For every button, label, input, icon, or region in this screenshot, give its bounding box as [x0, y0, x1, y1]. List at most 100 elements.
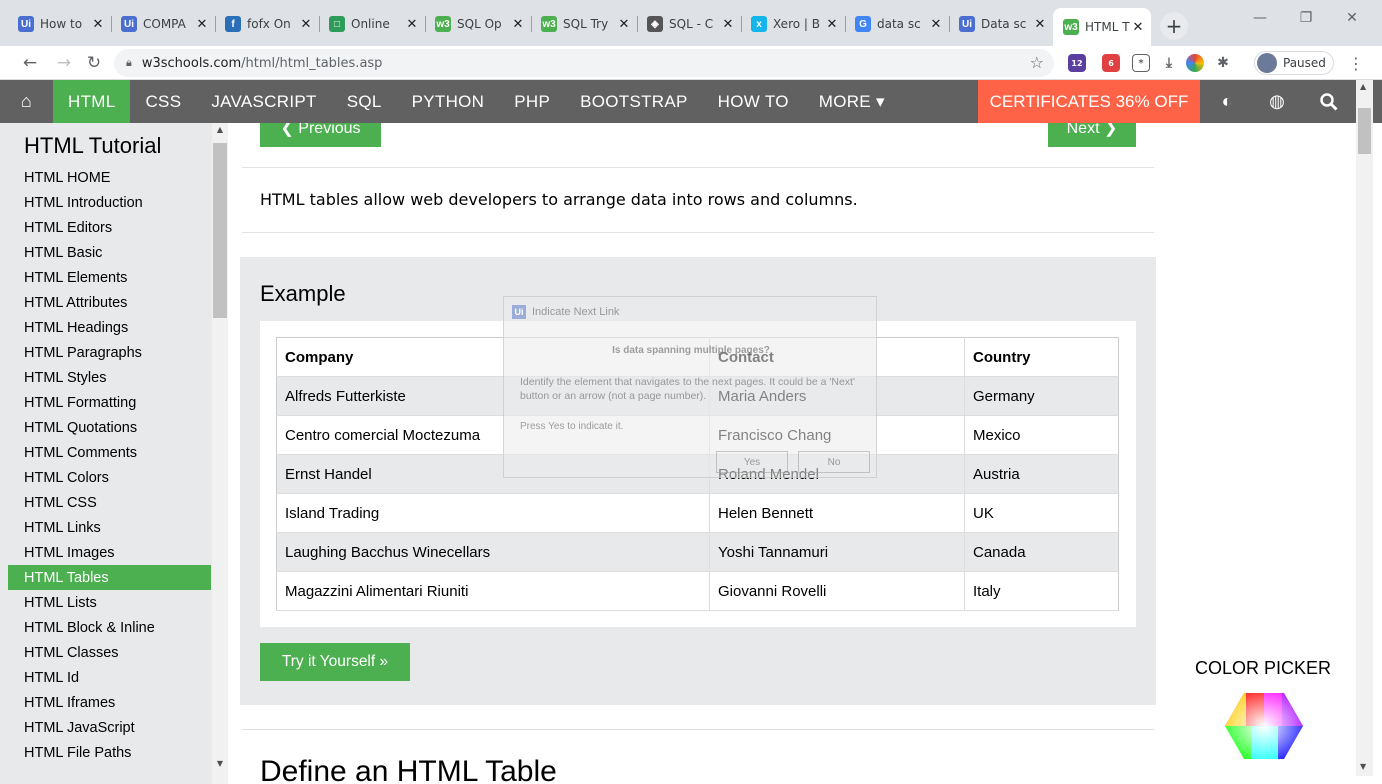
page-scroll-thumb[interactable]: [1358, 108, 1371, 154]
extensions-puzzle-icon[interactable]: ✱: [1214, 54, 1232, 72]
sidebar-link[interactable]: HTML Editors: [8, 215, 211, 240]
certificates-button[interactable]: CERTIFICATES 36% OFF: [978, 80, 1200, 123]
scroll-down-arrow-icon[interactable]: ▼: [212, 759, 228, 768]
try-it-yourself-button[interactable]: Try it Yourself »: [260, 643, 410, 681]
sidebar-link[interactable]: HTML Block & Inline: [8, 615, 211, 640]
browser-tab[interactable]: Ui COMPA ✕: [111, 8, 216, 40]
browser-tab[interactable]: Ui How to ✕: [8, 8, 112, 40]
contrast-icon[interactable]: ◐: [1207, 80, 1247, 123]
topnav-item[interactable]: HTML: [53, 80, 131, 123]
sidebar-link[interactable]: HTML Tables: [8, 565, 211, 590]
topnav-item[interactable]: CSS: [130, 80, 196, 123]
color-picker-title: COLOR PICKER: [1194, 658, 1332, 678]
sidebar-link[interactable]: HTML Formatting: [8, 390, 211, 415]
back-icon[interactable]: ←: [18, 51, 42, 75]
address-bar[interactable]: 🔒︎ w3schools.com /html/html_tables.asp ☆: [114, 49, 1054, 77]
download-icon[interactable]: ⤓: [1160, 54, 1178, 72]
browser-toolbar: ← → ↻ 🔒︎ w3schools.com /html/html_tables…: [0, 46, 1382, 80]
tab-close-icon[interactable]: ✕: [929, 17, 943, 32]
sidebar-link[interactable]: HTML JavaScript: [8, 715, 211, 740]
topnav-item[interactable]: SQL: [332, 80, 397, 123]
sidebar-link[interactable]: HTML Comments: [8, 440, 211, 465]
page-scroll-down-icon[interactable]: ▼: [1360, 762, 1366, 771]
sidebar-link[interactable]: HTML HOME: [8, 165, 211, 190]
tab-close-icon[interactable]: ✕: [405, 17, 419, 32]
sidebar-link[interactable]: HTML Lists: [8, 590, 211, 615]
sidebar-link[interactable]: HTML Links: [8, 515, 211, 540]
browser-tab[interactable]: f fofx On ✕: [215, 8, 320, 40]
sidebar-link[interactable]: HTML Quotations: [8, 415, 211, 440]
tab-close-icon[interactable]: ✕: [721, 17, 735, 32]
topnav-item[interactable]: PHP: [499, 80, 565, 123]
sidebar-scroll-thumb[interactable]: [213, 143, 227, 318]
browser-tab[interactable]: ◈ SQL - C ✕: [637, 8, 742, 40]
bookmark-star-icon[interactable]: ☆: [1030, 53, 1044, 72]
extension-frame-icon[interactable]: *: [1132, 54, 1150, 72]
no-button[interactable]: No: [798, 451, 870, 473]
table-cell: Italy: [964, 571, 1119, 611]
browser-tab[interactable]: w3 SQL Try ✕: [531, 8, 638, 40]
tab-close-icon[interactable]: ✕: [617, 17, 631, 32]
globe-icon[interactable]: ◍: [1257, 80, 1297, 123]
extension-red-icon[interactable]: 6: [1102, 54, 1120, 72]
table-cell: Austria: [964, 454, 1119, 494]
home-icon[interactable]: ⌂: [0, 80, 53, 123]
tab-close-icon[interactable]: ✕: [511, 17, 525, 32]
sidebar-link[interactable]: HTML Images: [8, 540, 211, 565]
sidebar-link[interactable]: HTML Classes: [8, 640, 211, 665]
browser-tab[interactable]: Ui Data sc ✕: [949, 8, 1054, 40]
profile-button[interactable]: Paused: [1254, 51, 1334, 75]
page-scroll-up-icon[interactable]: ▲: [1360, 82, 1366, 91]
next-button[interactable]: Next ❯: [1048, 123, 1136, 147]
sidebar-link[interactable]: HTML Id: [8, 665, 211, 690]
table-cell: Germany: [964, 376, 1119, 416]
right-column: COLOR PICKER: [1168, 123, 1356, 784]
topnav-item[interactable]: BOOTSTRAP: [565, 80, 703, 123]
tab-close-icon[interactable]: ✕: [825, 17, 839, 32]
reload-icon[interactable]: ↻: [82, 51, 106, 75]
sidebar-link[interactable]: HTML Headings: [8, 315, 211, 340]
tab-close-icon[interactable]: ✕: [91, 17, 105, 32]
close-window-icon[interactable]: ✕: [1342, 10, 1362, 26]
sidebar-link[interactable]: HTML File Paths: [8, 740, 211, 765]
xero-icon: x: [751, 16, 767, 32]
scroll-up-arrow-icon[interactable]: ▲: [212, 125, 228, 134]
browser-menu-icon[interactable]: ⋮: [1348, 54, 1364, 73]
tab-close-icon[interactable]: ✕: [195, 17, 209, 32]
sidebar-link[interactable]: HTML Paragraphs: [8, 340, 211, 365]
sidebar-link[interactable]: HTML Iframes: [8, 690, 211, 715]
forward-icon[interactable]: →: [52, 51, 76, 75]
minimize-icon[interactable]: —: [1250, 10, 1270, 26]
new-tab-button[interactable]: +: [1160, 12, 1188, 40]
sidebar-link[interactable]: HTML Attributes: [8, 290, 211, 315]
uipath-icon: Ui: [121, 16, 137, 32]
topnav-item[interactable]: JAVASCRIPT: [196, 80, 331, 123]
search-icon[interactable]: [1309, 80, 1349, 123]
sidebar-link[interactable]: HTML Basic: [8, 240, 211, 265]
topnav-item[interactable]: PYTHON: [397, 80, 500, 123]
tab-title: SQL - C: [669, 17, 714, 31]
page-scrollbar[interactable]: [1356, 80, 1373, 776]
sidebar-link[interactable]: HTML Elements: [8, 265, 211, 290]
color-picker-hexagon-icon[interactable]: [1224, 691, 1304, 761]
previous-button[interactable]: ❮ Previous: [260, 123, 381, 147]
browser-tab[interactable]: w3 SQL Op ✕: [425, 8, 532, 40]
browser-tab[interactable]: □ Online ✕: [319, 8, 426, 40]
restore-icon[interactable]: ❐: [1296, 10, 1316, 26]
sidebar-link[interactable]: HTML Colors: [8, 465, 211, 490]
extension-cap-icon[interactable]: 12: [1068, 54, 1086, 72]
sidebar-link[interactable]: HTML Styles: [8, 365, 211, 390]
sidebar-link[interactable]: HTML CSS: [8, 490, 211, 515]
color-extension-icon[interactable]: [1186, 54, 1204, 72]
tab-close-icon[interactable]: ✕: [1131, 20, 1145, 35]
topnav-item[interactable]: HOW TO: [703, 80, 804, 123]
sidebar-link[interactable]: HTML Introduction: [8, 190, 211, 215]
yes-button[interactable]: Yes: [716, 451, 788, 473]
tab-title: How to: [40, 17, 83, 31]
browser-tab[interactable]: x Xero | B ✕: [741, 8, 846, 40]
browser-tab[interactable]: w3 HTML T ✕: [1053, 8, 1151, 46]
topnav-item[interactable]: MORE ▾: [804, 80, 900, 123]
browser-tab[interactable]: Gdata sc ✕: [845, 8, 950, 40]
tab-close-icon[interactable]: ✕: [299, 17, 313, 32]
tab-close-icon[interactable]: ✕: [1033, 17, 1047, 32]
